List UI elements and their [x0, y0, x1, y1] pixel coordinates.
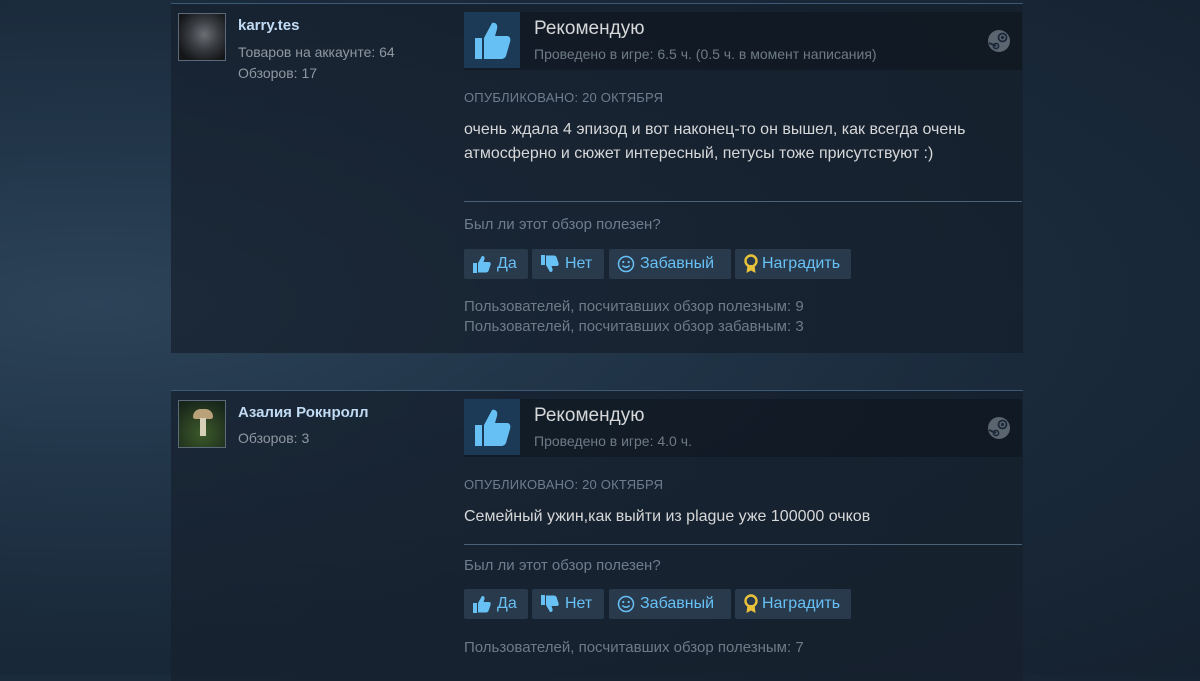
author-name[interactable]: karry.tes	[238, 17, 299, 34]
vote-title[interactable]: Рекомендую	[534, 405, 644, 427]
helpful-question: Был ли этот обзор полезен?	[464, 216, 661, 233]
award-icon	[744, 594, 758, 613]
divider	[464, 544, 1022, 545]
review-card: karry.tes Товаров на аккаунте: 64 Обзоро…	[171, 3, 1023, 353]
author-products-count: Товаров на аккаунте: 64	[238, 44, 395, 60]
playtime: Проведено в игре: 4.0 ч.	[534, 433, 692, 449]
avatar-mushroom-stem	[200, 418, 206, 436]
helpful-count: Пользователей, посчитавших обзор полезны…	[464, 298, 804, 315]
helpful-count: Пользователей, посчитавших обзор полезны…	[464, 639, 804, 656]
helpful-question: Был ли этот обзор полезен?	[464, 557, 661, 574]
award-button[interactable]: Наградить	[735, 589, 851, 619]
vote-funny-label: Забавный	[640, 595, 715, 612]
posted-date: ОПУБЛИКОВАНО: 20 ОКТЯБРЯ	[464, 90, 664, 105]
thumbs-up-icon[interactable]	[464, 12, 520, 68]
award-label: Наградить	[762, 595, 841, 612]
steam-icon	[988, 30, 1010, 52]
vote-no-label: Нет	[565, 595, 593, 612]
vote-title[interactable]: Рекомендую	[534, 18, 644, 40]
thumbs-down-icon	[541, 255, 559, 272]
steam-icon	[988, 417, 1010, 439]
review-text: Семейный ужин,как выйти из plague уже 10…	[464, 508, 871, 525]
avatar[interactable]	[178, 13, 226, 61]
avatar[interactable]	[178, 400, 226, 448]
vote-no-button[interactable]: Нет	[532, 589, 604, 619]
vote-yes-button[interactable]: Да	[464, 589, 528, 619]
author-name[interactable]: Азалия Рокнролл	[238, 404, 368, 421]
divider	[464, 201, 1022, 202]
vote-yes-label: Да	[497, 595, 517, 612]
thumbs-up-icon	[473, 256, 491, 273]
vote-yes-button[interactable]: Да	[464, 249, 528, 279]
vote-no-label: Нет	[565, 255, 593, 272]
posted-date: ОПУБЛИКОВАНО: 20 ОКТЯБРЯ	[464, 477, 664, 492]
funny-count: Пользователей, посчитавших обзор забавны…	[464, 318, 804, 335]
author-reviews-count[interactable]: Обзоров: 17	[238, 65, 317, 81]
vote-funny-button[interactable]: Забавный	[609, 249, 731, 279]
vote-header: Рекомендую Проведено в игре: 6.5 ч. (0.5…	[464, 12, 1022, 70]
award-icon	[744, 254, 758, 273]
author-reviews-count[interactable]: Обзоров: 3	[238, 430, 309, 446]
thumbs-up-icon[interactable]	[464, 399, 520, 455]
vote-funny-label: Забавный	[640, 255, 715, 272]
award-button[interactable]: Наградить	[735, 249, 851, 279]
thumbs-up-icon	[473, 596, 491, 613]
review-text: очень ждала 4 эпизод и вот наконец-то он…	[464, 121, 966, 162]
award-label: Наградить	[762, 255, 841, 272]
thumbs-down-icon	[541, 595, 559, 612]
playtime: Проведено в игре: 6.5 ч. (0.5 ч. в момен…	[534, 46, 877, 62]
vote-no-button[interactable]: Нет	[532, 249, 604, 279]
smiley-icon	[617, 595, 635, 613]
review-card: Азалия Рокнролл Обзоров: 3 Рекомендую Пр…	[171, 390, 1023, 681]
smiley-icon	[617, 255, 635, 273]
vote-header: Рекомендую Проведено в игре: 4.0 ч.	[464, 399, 1022, 457]
vote-yes-label: Да	[497, 255, 517, 272]
vote-funny-button[interactable]: Забавный	[609, 589, 731, 619]
